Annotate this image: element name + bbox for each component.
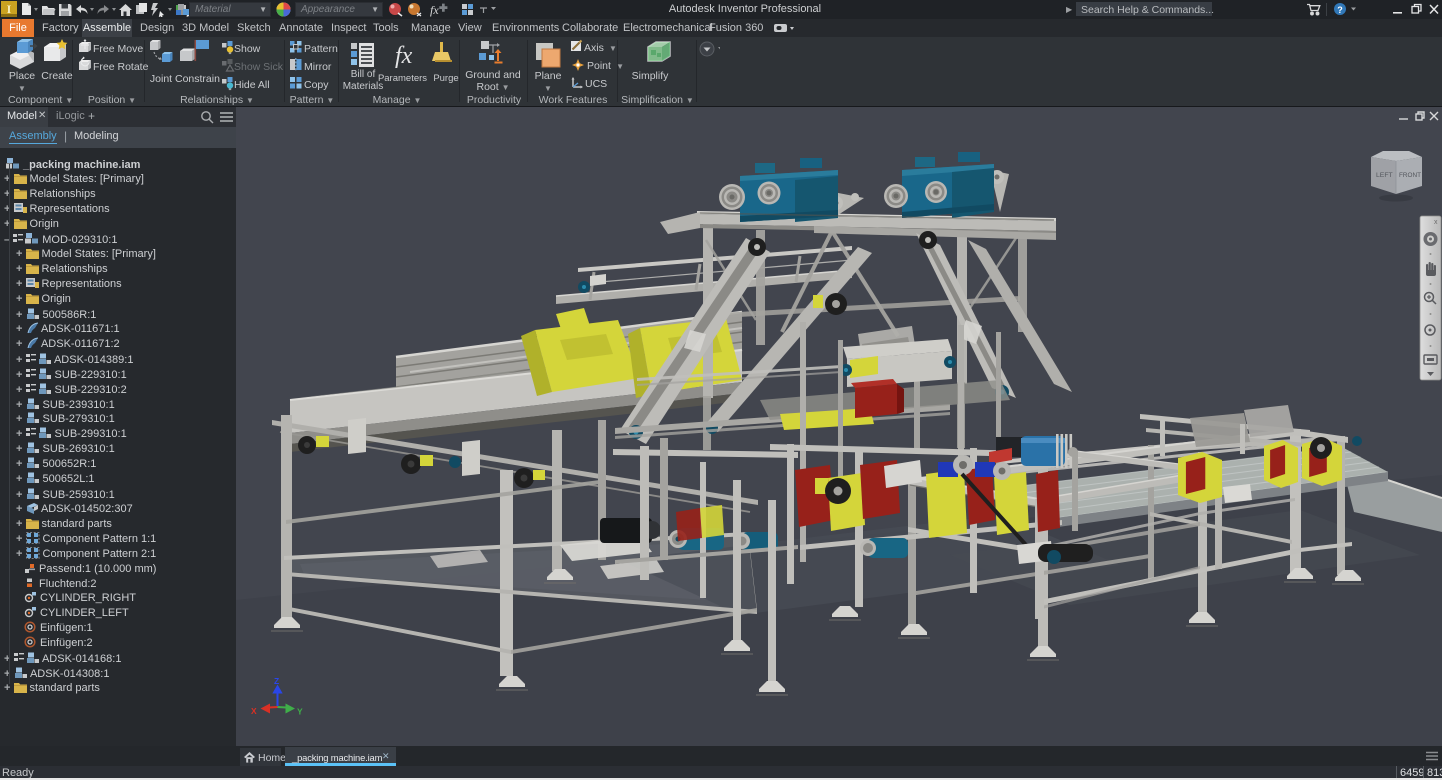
svg-text:I: I bbox=[7, 2, 12, 16]
svg-text:Z: Z bbox=[274, 676, 279, 686]
svg-text:?: ? bbox=[1337, 5, 1343, 15]
svg-text:fx: fx bbox=[430, 3, 439, 17]
svg-text:X: X bbox=[251, 706, 257, 716]
svg-text:Y: Y bbox=[297, 707, 303, 717]
svg-text:FRONT: FRONT bbox=[1399, 172, 1421, 179]
svg-text:fx: fx bbox=[395, 43, 413, 69]
svg-text:x: x bbox=[1434, 219, 1438, 226]
svg-text:LEFT: LEFT bbox=[1376, 172, 1393, 179]
